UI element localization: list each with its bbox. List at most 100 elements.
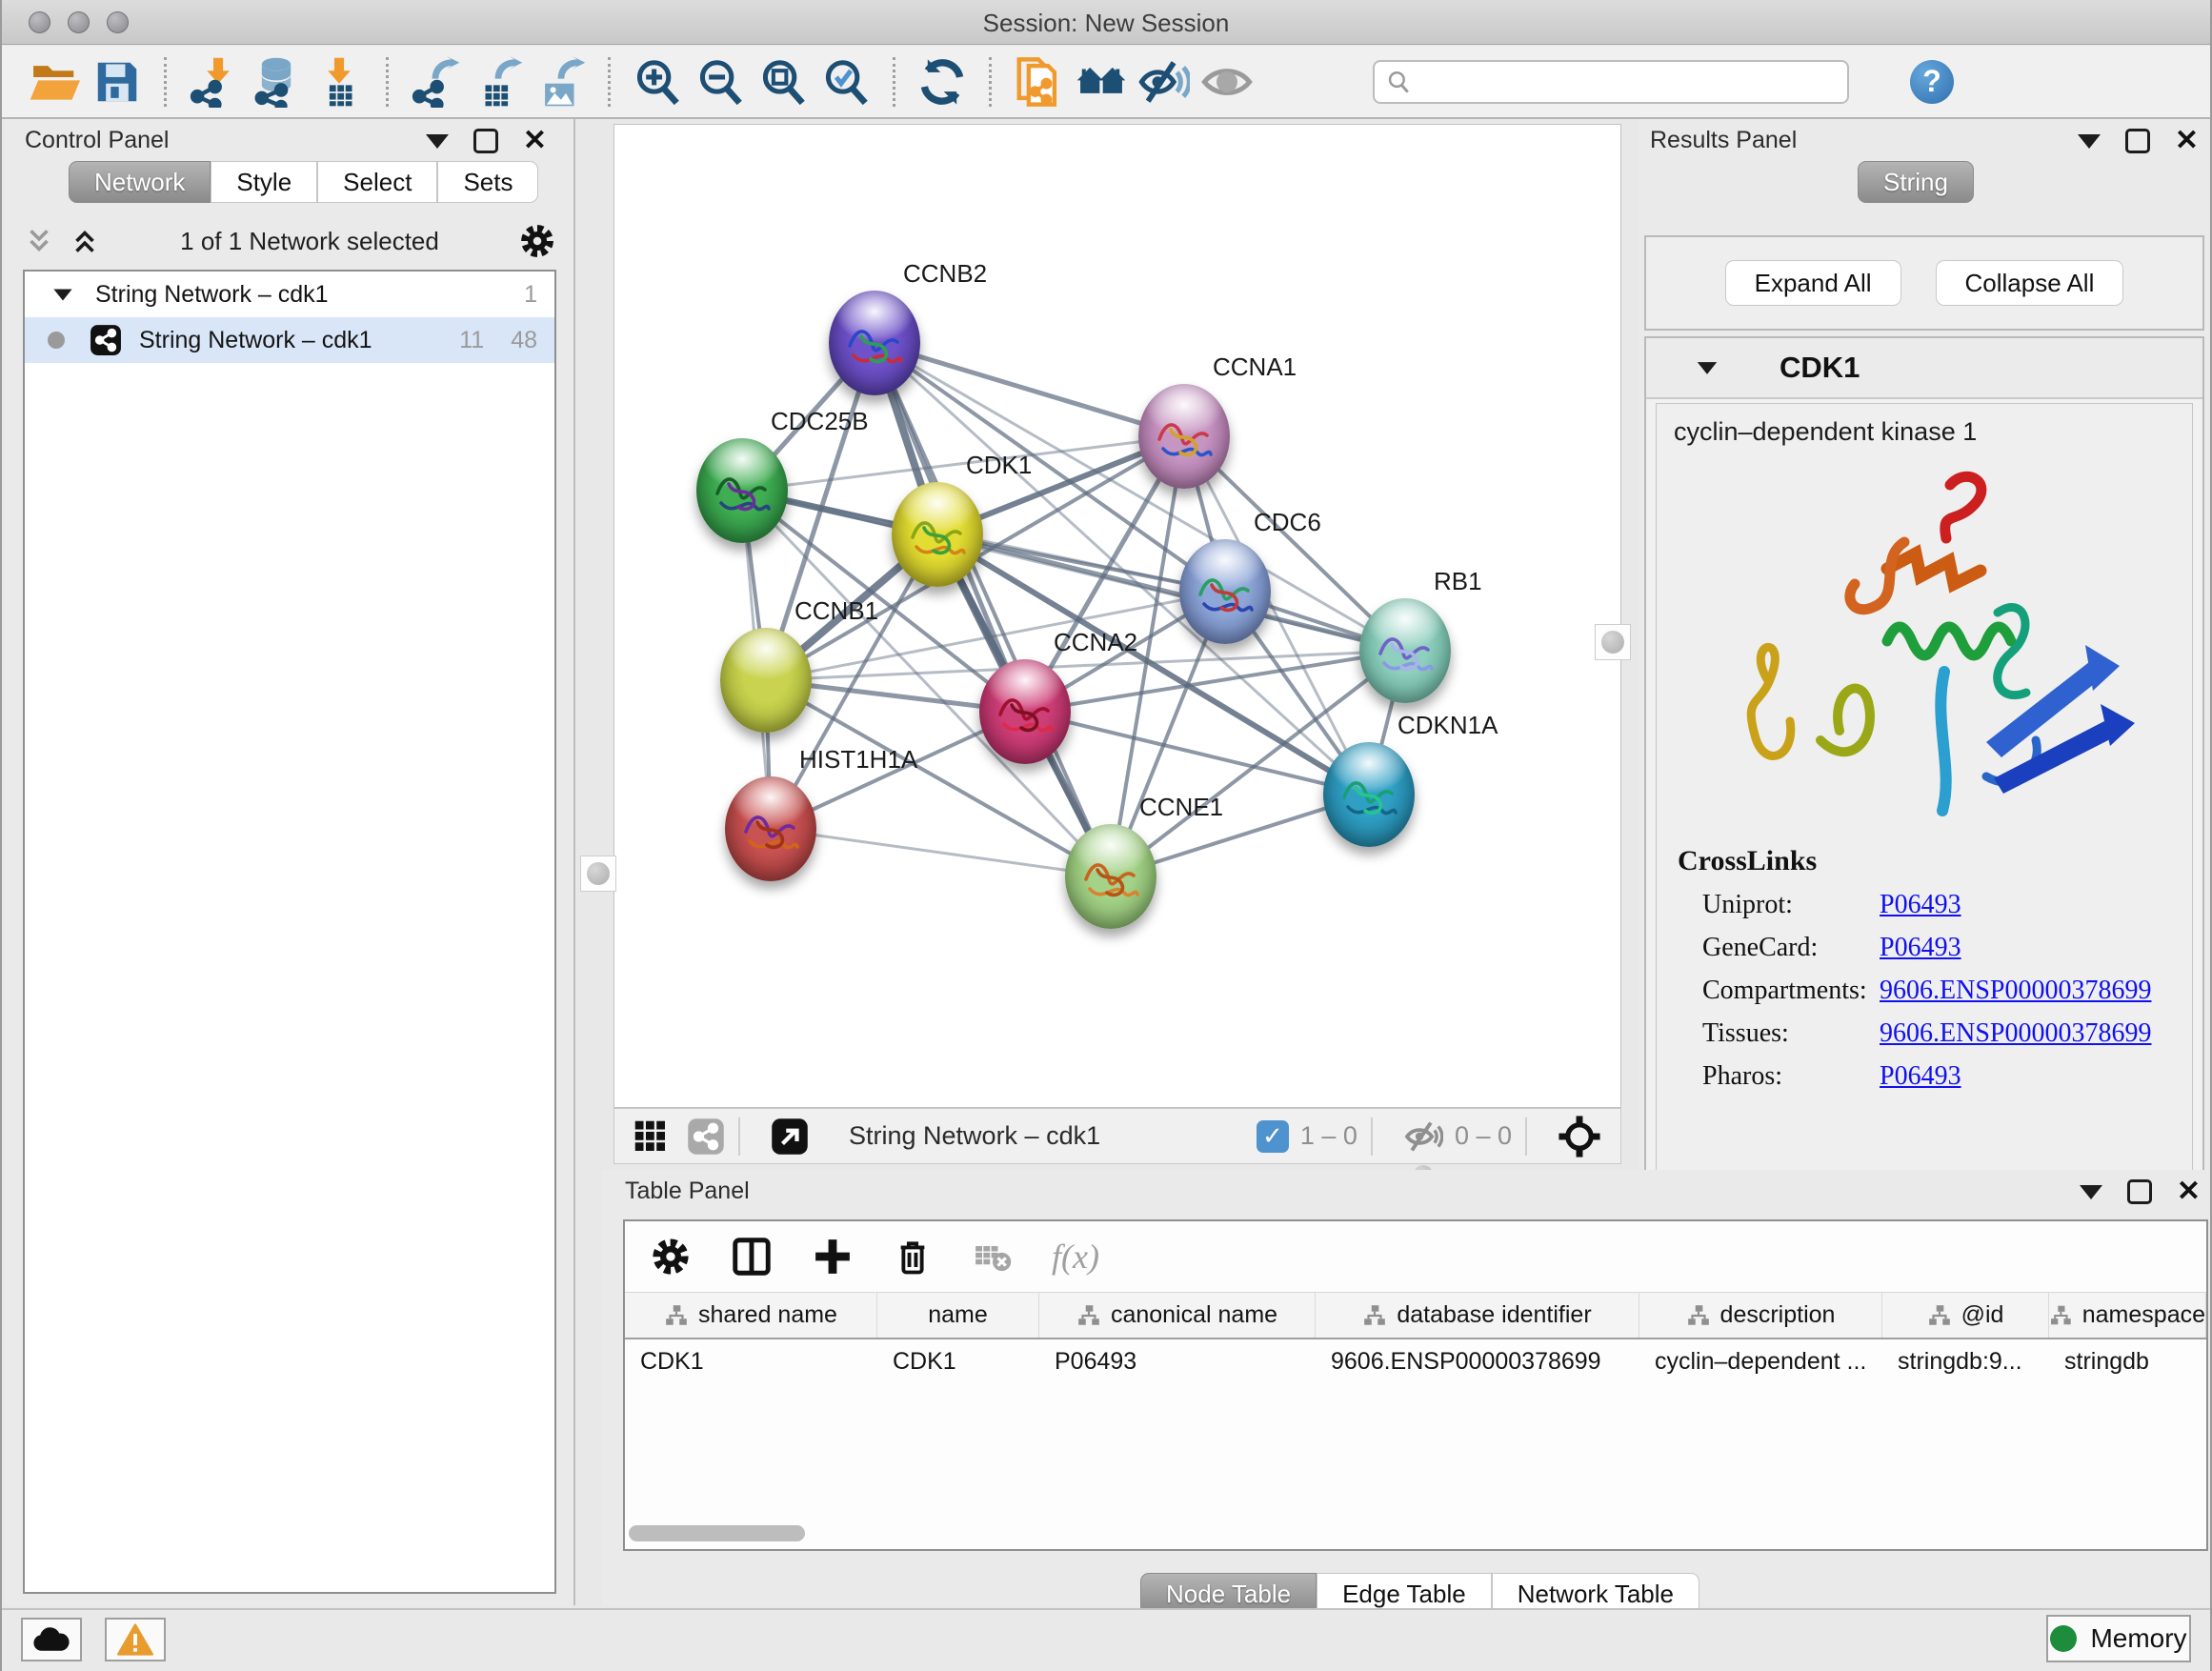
cloud-status-button[interactable] bbox=[21, 1618, 82, 1661]
panel-menu-icon[interactable] bbox=[2078, 134, 2101, 149]
create-column-plus-icon[interactable] bbox=[812, 1236, 854, 1278]
import-table-file-button[interactable] bbox=[308, 52, 371, 111]
network-node-cdc6[interactable] bbox=[1179, 539, 1271, 644]
network-row[interactable]: String Network – cdk1 11 48 bbox=[25, 317, 554, 363]
export-network-button[interactable] bbox=[404, 52, 467, 111]
table-cell[interactable]: CDK1 bbox=[877, 1339, 1039, 1383]
expand-all-icon[interactable] bbox=[69, 225, 101, 257]
close-panel-icon[interactable]: ✕ bbox=[2177, 1179, 2201, 1204]
tab-network[interactable]: Network bbox=[69, 161, 211, 203]
network-edge-ccnb2-ccne1[interactable] bbox=[875, 343, 1111, 876]
help-button[interactable]: ? bbox=[1910, 60, 1954, 104]
close-panel-icon[interactable]: ✕ bbox=[523, 129, 547, 153]
network-node-cdkn1a[interactable] bbox=[1323, 742, 1415, 847]
zoom-out-button[interactable] bbox=[689, 52, 752, 111]
zoom-selected-button[interactable] bbox=[814, 52, 877, 111]
tab-select[interactable]: Select bbox=[317, 161, 437, 203]
crosslink-label: Uniprot: bbox=[1702, 890, 1880, 920]
protein-structure-thumb bbox=[829, 291, 920, 395]
network-node-cdk1[interactable] bbox=[892, 482, 983, 587]
network-share-icon[interactable] bbox=[687, 1117, 725, 1156]
network-node-ccna1[interactable] bbox=[1138, 384, 1230, 489]
open-session-button[interactable] bbox=[23, 52, 86, 111]
network-node-cdc25b[interactable] bbox=[696, 438, 788, 543]
zoom-fit-button[interactable] bbox=[752, 52, 814, 111]
zoom-in-button[interactable] bbox=[626, 52, 689, 111]
memory-button[interactable]: Memory bbox=[2046, 1615, 2191, 1662]
crosslink-link[interactable]: 9606.ENSP00000378699 bbox=[1880, 1018, 2151, 1049]
network-view-title: String Network – cdk1 bbox=[849, 1121, 1100, 1151]
crosslink-link[interactable]: 9606.ENSP00000378699 bbox=[1880, 976, 2151, 1006]
network-canvas[interactable]: CCNB2CCNA1CDC25BCDK1CDC6RB1CCNB1CCNA2CDK… bbox=[613, 124, 1621, 1108]
open-in-window-icon[interactable] bbox=[771, 1117, 809, 1156]
network-collection-row[interactable]: String Network – cdk1 1 bbox=[25, 272, 554, 317]
search-field[interactable] bbox=[1373, 60, 1849, 104]
horizontal-scrollbar-thumb[interactable] bbox=[629, 1525, 805, 1541]
close-panel-icon[interactable]: ✕ bbox=[2175, 129, 2199, 153]
collection-expander-icon[interactable] bbox=[53, 289, 71, 300]
network-options-gear-icon[interactable] bbox=[518, 222, 556, 260]
show-all-button[interactable] bbox=[1196, 52, 1258, 111]
table-options-gear-icon[interactable] bbox=[650, 1236, 692, 1278]
collapse-all-button[interactable]: Collapse All bbox=[1936, 260, 2124, 306]
panel-menu-icon[interactable] bbox=[2080, 1185, 2102, 1199]
hide-selected-button[interactable] bbox=[1133, 52, 1196, 111]
column-header-shared-name[interactable]: shared name bbox=[625, 1293, 877, 1338]
birds-eye-grid-icon[interactable] bbox=[632, 1117, 670, 1156]
network-node-ccna2[interactable] bbox=[979, 659, 1071, 764]
table-cell[interactable]: CDK1 bbox=[625, 1339, 877, 1383]
crosslink-link[interactable]: P06493 bbox=[1880, 890, 1961, 920]
gene-expander-icon[interactable] bbox=[1698, 362, 1717, 374]
collapse-all-icon[interactable] bbox=[23, 225, 55, 257]
column-header-canonical-name[interactable]: canonical name bbox=[1039, 1293, 1316, 1338]
string-import-button[interactable] bbox=[1007, 52, 1070, 111]
network-node-rb1[interactable] bbox=[1359, 598, 1451, 703]
home-button[interactable] bbox=[1070, 52, 1133, 111]
show-columns-icon[interactable] bbox=[730, 1235, 774, 1278]
table-cell[interactable]: cyclin–dependent ... bbox=[1639, 1339, 1882, 1383]
table-cell[interactable]: stringdb bbox=[2049, 1339, 2206, 1383]
gene-section-header[interactable]: CDK1 bbox=[1646, 338, 2202, 399]
float-panel-icon[interactable] bbox=[473, 129, 498, 153]
panel-menu-icon[interactable] bbox=[426, 134, 449, 149]
tab-style[interactable]: Style bbox=[211, 161, 317, 203]
column-header-database-identifier[interactable]: database identifier bbox=[1316, 1293, 1639, 1338]
float-panel-icon[interactable] bbox=[2127, 1179, 2152, 1204]
export-image-button[interactable] bbox=[530, 52, 593, 111]
expand-all-button[interactable]: Expand All bbox=[1725, 260, 1901, 306]
function-builder-icon[interactable]: f(x) bbox=[1052, 1237, 1099, 1277]
tab-string[interactable]: String bbox=[1858, 161, 1974, 203]
left-splitter-handle[interactable] bbox=[580, 856, 616, 892]
column-header-namespace[interactable]: namespace bbox=[2049, 1293, 2206, 1338]
column-header-description[interactable]: description bbox=[1639, 1293, 1882, 1338]
network-node-hist1h1a[interactable] bbox=[725, 776, 816, 881]
selected-checkbox-icon[interactable]: ✓ bbox=[1257, 1120, 1289, 1153]
crosslink-link[interactable]: P06493 bbox=[1880, 933, 1961, 963]
warning-button[interactable] bbox=[105, 1618, 166, 1661]
import-network-database-button[interactable] bbox=[245, 52, 308, 111]
table-cell[interactable]: 9606.ENSP00000378699 bbox=[1316, 1339, 1639, 1383]
save-session-button[interactable] bbox=[86, 52, 149, 111]
refresh-view-button[interactable] bbox=[911, 52, 974, 111]
delete-column-trash-icon[interactable] bbox=[892, 1236, 934, 1278]
export-table-button[interactable] bbox=[467, 52, 530, 111]
table-cell[interactable]: P06493 bbox=[1039, 1339, 1316, 1383]
network-edge-hist1h1a-ccne1[interactable] bbox=[771, 829, 1111, 876]
results-actions-box: Expand All Collapse All bbox=[1644, 235, 2204, 331]
search-input[interactable] bbox=[1411, 69, 1811, 95]
hidden-eye-slash-icon[interactable] bbox=[1403, 1117, 1443, 1157]
column-header--id[interactable]: @id bbox=[1882, 1293, 2049, 1338]
right-splitter-handle[interactable] bbox=[1595, 624, 1631, 660]
network-node-ccne1[interactable] bbox=[1065, 824, 1156, 929]
table-cell[interactable]: stringdb:9... bbox=[1882, 1339, 2049, 1383]
clear-table-icon[interactable] bbox=[972, 1236, 1014, 1278]
network-node-ccnb2[interactable] bbox=[829, 291, 920, 395]
import-network-file-button[interactable] bbox=[182, 52, 245, 111]
crosslink-link[interactable]: P06493 bbox=[1880, 1061, 1961, 1092]
fit-content-crosshair-icon[interactable] bbox=[1558, 1115, 1601, 1158]
column-header-name[interactable]: name bbox=[877, 1293, 1039, 1338]
table-row[interactable]: CDK1CDK1P064939606.ENSP00000378699cyclin… bbox=[625, 1339, 2206, 1383]
network-node-ccnb1[interactable] bbox=[720, 628, 812, 733]
float-panel-icon[interactable] bbox=[2125, 129, 2150, 153]
tab-sets[interactable]: Sets bbox=[437, 161, 538, 203]
